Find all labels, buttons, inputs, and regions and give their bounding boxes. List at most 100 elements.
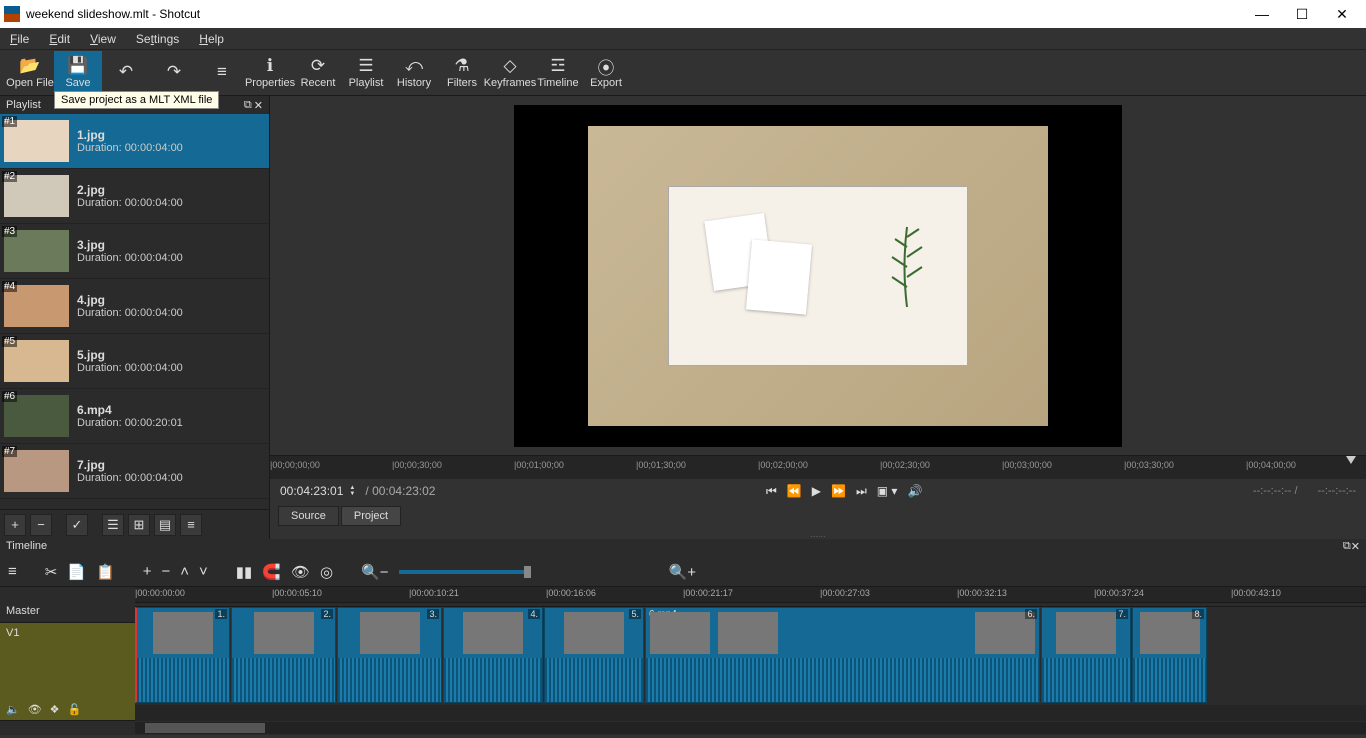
skip-start-button[interactable]: ⏮ [766,484,777,499]
track-head-master[interactable]: Master [0,603,135,623]
panel-popout-icon[interactable]: ⧉ [244,99,252,112]
preview-ruler[interactable]: |00;00;00;00|00;00;30;00|00;01;00;00|00;… [270,455,1366,479]
video-content [588,126,1048,426]
save-button[interactable]: 💾SaveSave project as a MLT XML file [54,51,102,95]
timeline-clip[interactable]: 5. [544,607,644,703]
ruler-tick: |00;04;00;00 [1246,460,1296,470]
tl-paste-button[interactable]: 📋 [96,563,115,581]
timeline-ruler[interactable]: |00:00:00:00|00:00:05:10|00:00:10:21|00:… [135,587,1366,603]
tl-down-button[interactable]: ˅ [199,563,208,580]
maximize-button[interactable]: ☐ [1282,6,1322,23]
playlist-view-detail-button[interactable]: ▤ [154,514,176,536]
properties-button[interactable]: ℹProperties [246,51,294,95]
tl-cut-button[interactable]: ✂ [45,563,58,581]
track-mute-icon[interactable]: 🔈 [6,703,20,716]
playlist-item[interactable]: #22.jpgDuration: 00:00:04:00 [0,169,269,224]
playlist-button[interactable]: ☰Playlist [342,51,390,95]
track-hide-icon[interactable]: 👁 [28,703,42,716]
menu-edit[interactable]: Edit [39,30,80,48]
timeline-clip[interactable]: 3. [337,607,442,703]
undo-button[interactable]: ↶ [102,51,150,95]
playlist-item[interactable]: #33.jpgDuration: 00:00:04:00 [0,224,269,279]
panel-close-icon[interactable]: ✕ [254,99,263,112]
play-button[interactable]: ▶ [812,484,821,499]
timeline-clip[interactable]: 6.mp46. [645,607,1040,703]
tl-ruler-tick: |00:00:16:06 [546,588,596,598]
playlist-view-menu-button[interactable]: ≡ [180,514,202,536]
tl-menu-button[interactable]: ≡ [8,563,17,580]
timeline-tracks[interactable]: |00:00:00:00|00:00:05:10|00:00:10:21|00:… [135,587,1366,721]
track-label-v1: V1 [6,627,129,639]
tl-zoom-slider[interactable] [399,570,529,574]
tl-ruler-tick: |00:00:21:17 [683,588,733,598]
track-head-v1[interactable]: V1 🔈 👁 ❖ 🔓 [0,623,135,721]
menu-settings[interactable]: Settings [126,30,189,48]
close-button[interactable]: ✕ [1322,6,1362,23]
open-file-button[interactable]: 📂Open File [6,51,54,95]
playlist-remove-button[interactable]: − [30,514,52,536]
tl-split-button[interactable]: ▮▮ [236,563,253,581]
filters-button[interactable]: ⚗Filters [438,51,486,95]
timeline-clip[interactable]: 4. [443,607,543,703]
tl-snap-button[interactable]: 🧲 [262,563,281,581]
playlist-item[interactable]: #77.jpgDuration: 00:00:04:00 [0,444,269,499]
minimize-button[interactable]: — [1242,6,1282,22]
timeline-clip[interactable]: 8. [1132,607,1207,703]
time-current[interactable]: 00:04:23:01 [280,484,343,498]
item-duration: Duration: 00:00:04:00 [77,362,183,374]
tl-zoomin-button[interactable]: 🔍+ [669,563,696,581]
playlist-add-button[interactable]: + [4,514,26,536]
timeline-close-icon[interactable]: ✕ [1351,540,1360,556]
menu-view[interactable]: View [80,30,126,48]
tl-scrub-button[interactable]: 👁 [291,563,310,581]
export-button[interactable]: ⦿Export [582,51,630,95]
playlist-view-grid-button[interactable]: ⊞ [128,514,150,536]
keyframes-button[interactable]: ◇Keyframes [486,51,534,95]
playlist-item[interactable]: #55.jpgDuration: 00:00:04:00 [0,334,269,389]
tl-copy-button[interactable]: 📄 [67,563,86,581]
timeline-clip[interactable]: 2. [231,607,336,703]
redo-button[interactable]: ↷ [150,51,198,95]
playlist-check-button[interactable]: ✓ [66,514,88,536]
peak-button[interactable]: ≡ [198,51,246,95]
app-logo-icon [4,6,20,22]
track-lock-icon[interactable]: 🔓 [68,703,82,716]
playlist-item[interactable]: #66.mp4Duration: 00:00:20:01 [0,389,269,444]
rewind-button[interactable]: ⏪ [787,484,802,499]
transport-bar: 00:04:23:01 ▲▼ / 00:04:23:02 ⏮ ⏪ ▶ ⏩ ⏭ ▣… [270,479,1366,503]
track-composite-icon[interactable]: ❖ [50,703,60,716]
timeline-popout-icon[interactable]: ⧉ [1343,540,1351,556]
tl-add-button[interactable]: + [143,563,152,580]
tooltip: Save project as a MLT XML file [54,91,219,109]
ruler-tick: |00;01;30;00 [636,460,686,470]
item-name: 1.jpg [77,128,183,142]
menu-help[interactable]: Help [189,30,234,48]
tab-source[interactable]: Source [278,506,339,526]
playlist-item[interactable]: #11.jpgDuration: 00:00:04:00 [0,114,269,169]
menu-file[interactable]: File [0,30,39,48]
playlist-item[interactable]: #44.jpgDuration: 00:00:04:00 [0,279,269,334]
timeline-scrollbar[interactable] [0,721,1366,735]
timeline-clip[interactable]: 1. [135,607,230,703]
recent-button[interactable]: ⟳Recent [294,51,342,95]
item-name: 5.jpg [77,348,183,362]
timeline-track-v1[interactable]: 1.2.3.4.5.6.mp46.7.8. [135,607,1366,705]
forward-button[interactable]: ⏩ [831,484,846,499]
playlist-view-list-button[interactable]: ☰ [102,514,124,536]
volume-icon[interactable]: 🔊 [907,484,922,499]
time-spinner[interactable]: ▲▼ [349,485,359,497]
preview-area[interactable] [270,96,1366,455]
tl-remove-button[interactable]: − [161,563,170,580]
tl-zoomout-button[interactable]: 🔍− [361,563,388,581]
tl-ripple-button[interactable]: ◎ [320,563,333,581]
skip-end-button[interactable]: ⏭ [856,484,867,499]
tab-project[interactable]: Project [341,506,401,526]
playlist-items[interactable]: #11.jpgDuration: 00:00:04:00#22.jpgDurat… [0,114,269,509]
tl-up-button[interactable]: ˄ [180,563,189,580]
playlist-icon: ☰ [358,56,373,76]
resize-handle[interactable]: ...... [270,529,1366,539]
zoom-fit-button[interactable]: ▣ ▾ [877,484,898,499]
timeline-button[interactable]: ☲Timeline [534,51,582,95]
timeline-clip[interactable]: 7. [1041,607,1131,703]
history-button[interactable]: ⤺History [390,51,438,95]
